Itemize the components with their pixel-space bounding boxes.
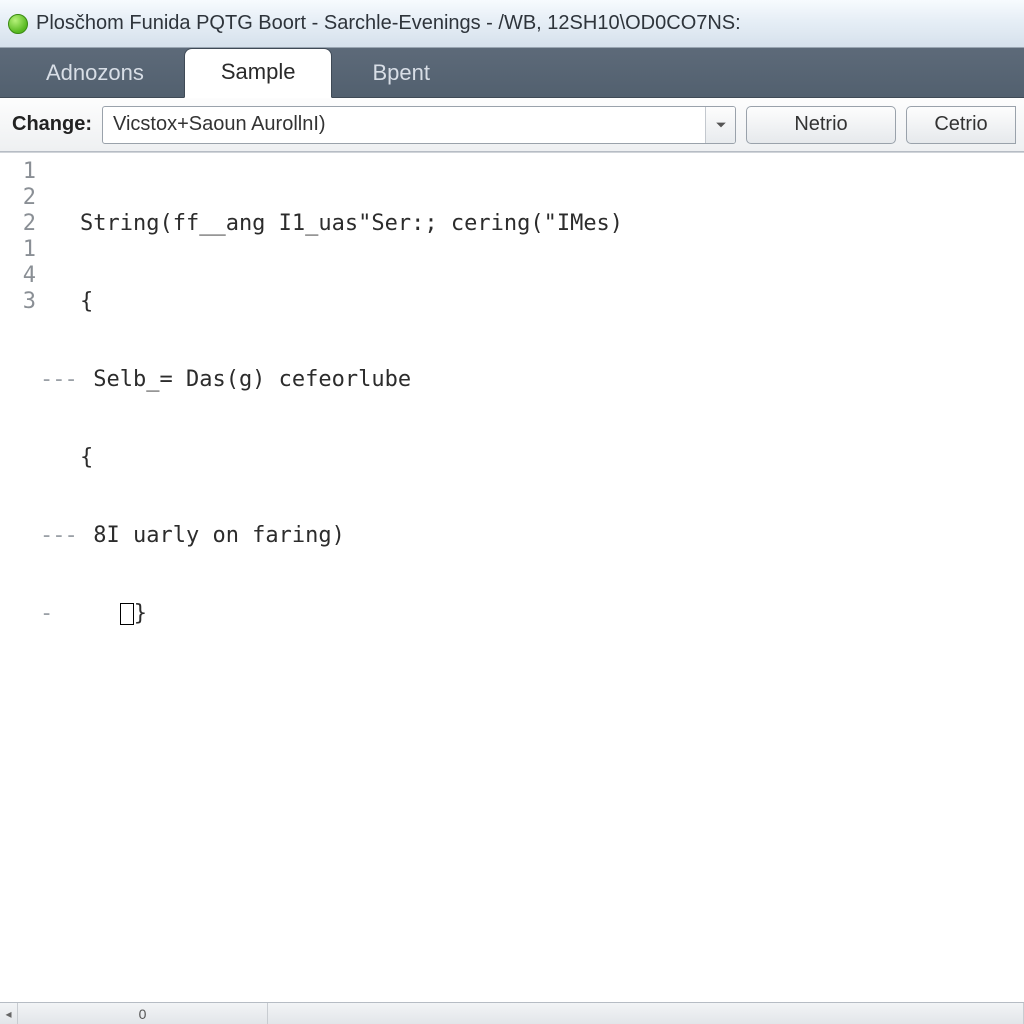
tab-bpent[interactable]: Bpent — [336, 50, 466, 98]
tab-strip: Adnozons Sample Bpent — [0, 48, 1024, 98]
change-label: Change: — [8, 113, 92, 136]
code-area[interactable]: String(ff__ang I1_uas"Ser:; cering("IMes… — [40, 153, 1024, 1002]
cetrio-button[interactable]: Cetrio — [906, 106, 1016, 144]
code-line: --- Selb_= Das(g) cefeorlube — [40, 367, 1024, 393]
change-combo[interactable] — [102, 106, 736, 144]
code-line: String(ff__ang I1_uas"Ser:; cering("IMes… — [40, 211, 1024, 237]
fold-marker: --- — [40, 523, 80, 549]
chevron-down-icon[interactable] — [705, 107, 735, 143]
tab-sample[interactable]: Sample — [184, 48, 333, 98]
line-gutter: 1 2 2 1 4 3 — [0, 153, 40, 1002]
app-icon — [8, 14, 28, 34]
line-number: 2 — [0, 185, 40, 211]
status-cell: 0 — [18, 1003, 268, 1024]
window-title: Plosčhom Funida PQTG Boort - Sarchle-Eve… — [36, 12, 741, 35]
netrio-button[interactable]: Netrio — [746, 106, 896, 144]
line-number: 2 — [0, 211, 40, 237]
status-bar: ◂ 0 — [0, 1002, 1024, 1024]
code-line: { — [40, 445, 1024, 471]
code-line: { — [40, 289, 1024, 315]
code-line: --- 8I uarly on faring) — [40, 523, 1024, 549]
line-number: 1 — [0, 159, 40, 185]
fold-marker: - — [40, 601, 80, 627]
change-input[interactable] — [103, 107, 705, 143]
tab-adnozons[interactable]: Adnozons — [10, 50, 180, 98]
line-number: 4 — [0, 263, 40, 289]
text-cursor — [120, 603, 134, 625]
scroll-left-icon[interactable]: ◂ — [0, 1003, 18, 1024]
line-number: 3 — [0, 289, 40, 315]
titlebar: Plosčhom Funida PQTG Boort - Sarchle-Eve… — [0, 0, 1024, 48]
line-number: 1 — [0, 237, 40, 263]
toolbar: Change: Netrio Cetrio — [0, 98, 1024, 152]
code-line: - } — [40, 601, 1024, 627]
code-editor[interactable]: 1 2 2 1 4 3 String(ff__ang I1_uas"Ser:; … — [0, 152, 1024, 1002]
status-cell — [268, 1003, 1024, 1024]
fold-marker: --- — [40, 367, 80, 393]
